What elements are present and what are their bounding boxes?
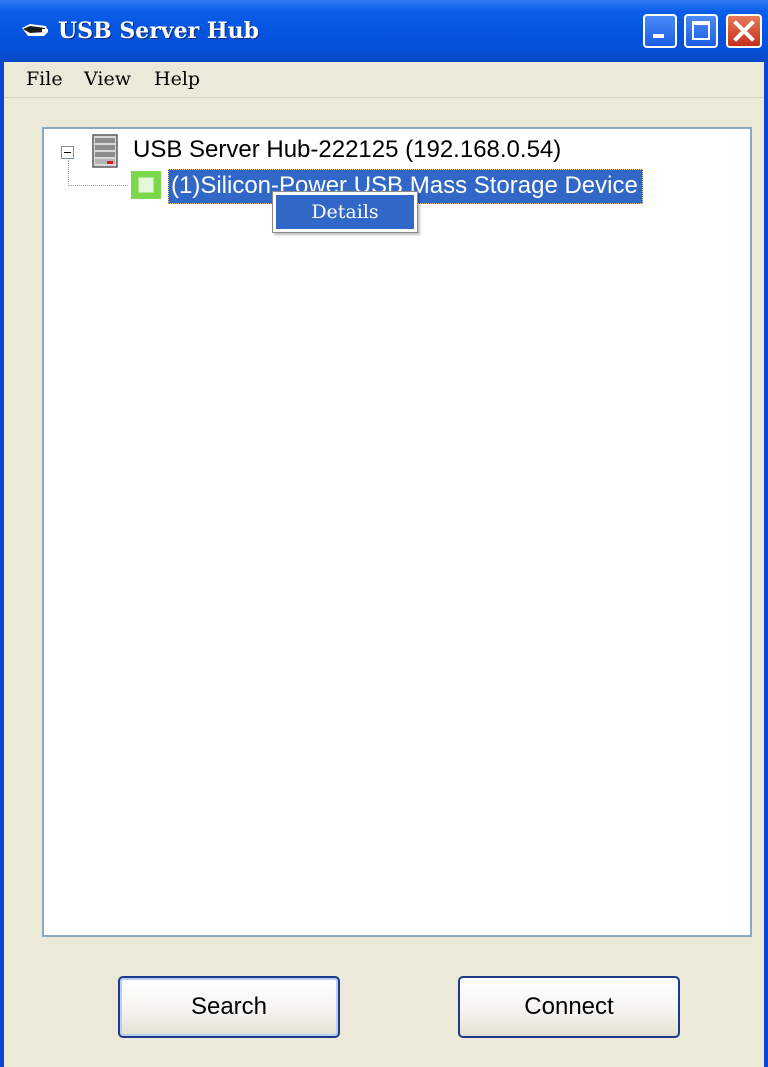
usb-plug-icon	[20, 22, 50, 45]
app-window: USB Server Hub File View Help USB Server…	[0, 0, 768, 1067]
close-icon	[733, 20, 755, 42]
close-button[interactable]	[726, 14, 762, 48]
maximize-button[interactable]	[684, 14, 718, 48]
usb-device-icon	[131, 171, 161, 199]
menu-bar: File View Help	[4, 62, 764, 98]
tree-connector-line	[68, 160, 69, 186]
window-title: USB Server Hub	[58, 18, 259, 44]
title-bar[interactable]: USB Server Hub	[0, 0, 768, 62]
server-icon	[92, 134, 118, 168]
context-menu-details[interactable]: Details	[276, 195, 414, 229]
maximize-icon	[692, 21, 710, 40]
tree-connector-line-horizontal	[68, 185, 128, 186]
minimize-icon	[653, 34, 664, 38]
minimize-button[interactable]	[643, 14, 677, 48]
menu-view[interactable]: View	[84, 68, 131, 90]
connect-button[interactable]: Connect	[458, 976, 680, 1038]
search-button[interactable]: Search	[118, 976, 340, 1038]
tree-root-label[interactable]: USB Server Hub-222125 (192.168.0.54)	[133, 136, 561, 164]
menu-file[interactable]: File	[26, 68, 63, 90]
device-tree[interactable]: USB Server Hub-222125 (192.168.0.54) (1)…	[42, 127, 752, 937]
collapse-toggle-icon[interactable]	[61, 146, 74, 159]
menu-help[interactable]: Help	[154, 68, 200, 90]
context-menu: Details	[272, 191, 418, 233]
